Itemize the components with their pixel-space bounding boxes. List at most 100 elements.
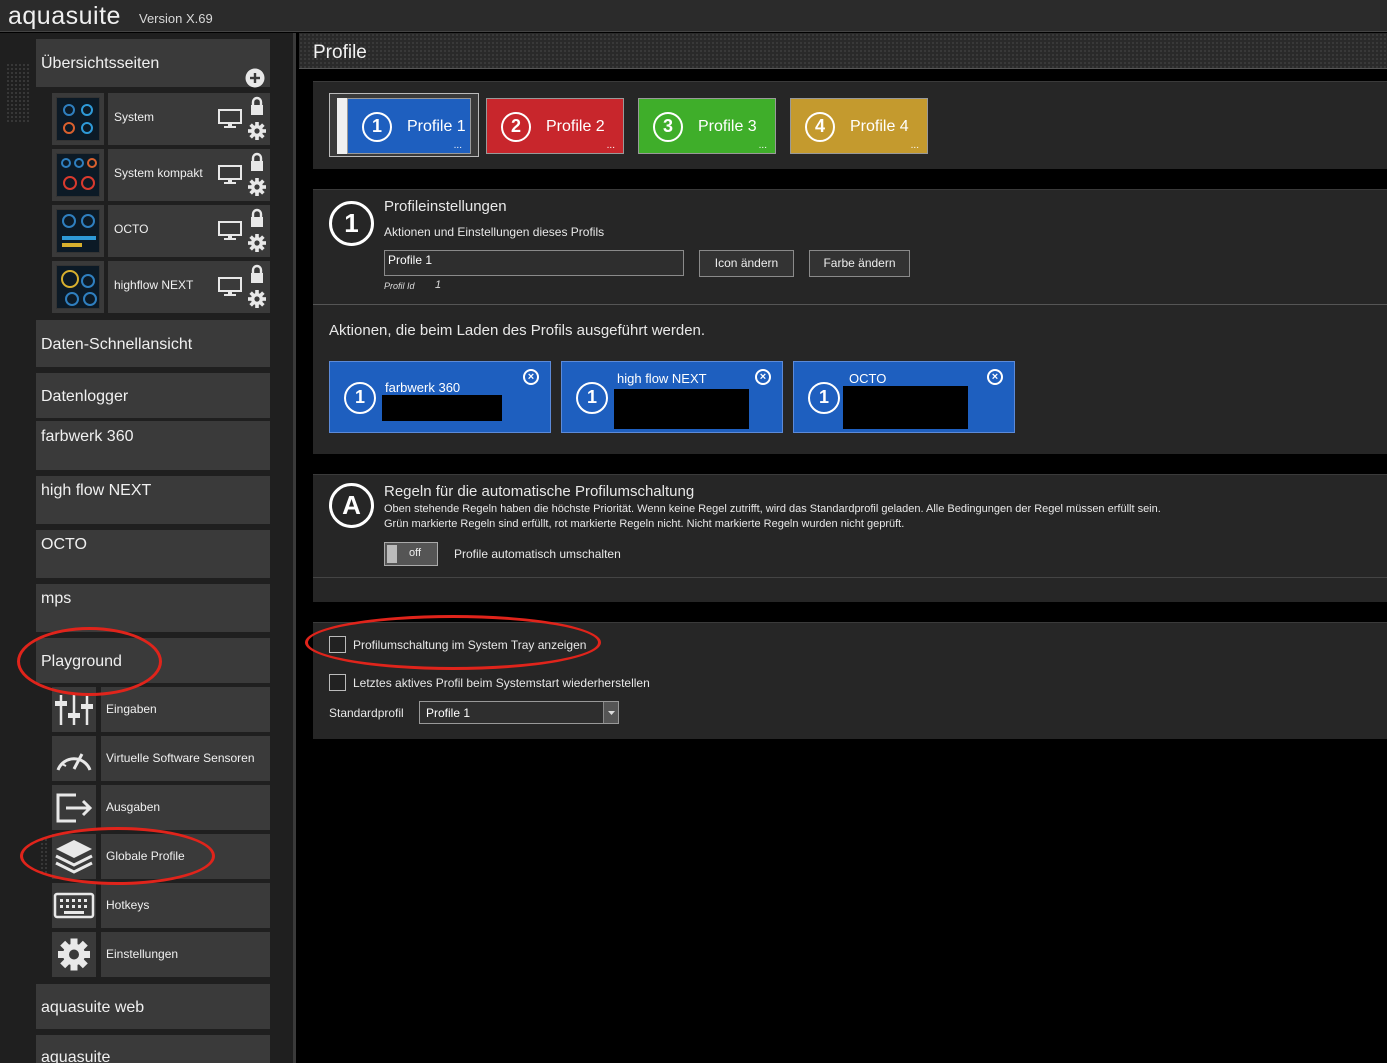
toggle-state: off (409, 547, 422, 559)
gear-icon[interactable] (247, 233, 267, 253)
remove-action-icon[interactable]: × (987, 369, 1003, 385)
sidebar-item-label: farbwerk 360 (41, 428, 134, 445)
sidebar-item-label: mps (41, 590, 72, 607)
action-profile-icon: 1 (344, 382, 376, 414)
sidebar-subitem-eingaben[interactable]: Eingaben (52, 687, 270, 732)
profile-button-label: Profile 1 (407, 118, 466, 135)
sliders-icon (55, 695, 93, 725)
page-title: Profile (313, 42, 367, 63)
auto-switch-label: Profile automatisch umschalten (454, 547, 621, 561)
section-title: Profileinstellungen (384, 198, 507, 215)
profile-more-icon[interactable]: ... (911, 140, 919, 151)
sidebar-item-high-flow-next[interactable]: high flow NEXT (36, 476, 270, 524)
selection-marker (337, 98, 347, 154)
profile-button-3[interactable]: 3 Profile 3 ... (638, 98, 776, 154)
sidebar-subitem-label: Ausgaben (106, 800, 161, 814)
gear-icon[interactable] (247, 121, 267, 141)
sidebar-subitem-hotkeys[interactable]: Hotkeys (52, 883, 270, 928)
section-title: Regeln für die automatische Profilumscha… (384, 483, 695, 500)
action-card-octo[interactable]: 1 OCTO × (793, 361, 1015, 433)
default-profile-select[interactable]: Profile 1 (419, 701, 619, 724)
profile-more-icon[interactable]: ... (607, 140, 615, 151)
monitor-icon[interactable] (218, 165, 242, 185)
section-subtitle: Aktionen und Einstellungen dieses Profil… (384, 225, 605, 239)
profile-number-icon: 4 (805, 112, 835, 142)
sidebar-subitem-label: Globale Profile (106, 849, 185, 863)
remove-action-icon[interactable]: × (755, 369, 771, 385)
gear-icon[interactable] (247, 177, 267, 197)
rules-panel: A Regeln für die automatische Profilumsc… (313, 474, 1387, 602)
title-bar: aquasuite Version X.69 (0, 0, 1387, 32)
lock-icon[interactable] (249, 96, 265, 116)
default-profile-label: Standardprofil (329, 706, 404, 720)
monitor-icon[interactable] (218, 221, 242, 241)
sidebar-item-label: Übersichtsseiten (41, 55, 160, 72)
sidebar-item-playground[interactable]: Playground (36, 638, 270, 683)
profile-name-input[interactable]: Profile 1 (384, 250, 684, 276)
profile-number-icon: 1 (362, 112, 392, 142)
sidebar-item-octo[interactable]: OCTO (36, 530, 270, 578)
sidebar-item-aquasuite[interactable]: aquasuite (36, 1035, 270, 1063)
profile-number-icon: 2 (501, 112, 531, 142)
action-device-name: high flow NEXT (617, 371, 707, 386)
action-card-farbwerk-360[interactable]: 1 farbwerk 360 × (329, 361, 551, 433)
sidebar-item-label: Playground (41, 653, 122, 670)
profile-button-label: Profile 3 (698, 118, 757, 135)
profile-id-value: 1 (435, 279, 442, 291)
layers-icon (55, 840, 93, 874)
monitor-icon[interactable] (218, 109, 242, 129)
gauge-icon (56, 753, 92, 771)
sidebar-item-aquasuite-web[interactable]: aquasuite web (36, 984, 270, 1029)
sidebar-subitem-label: Eingaben (106, 702, 157, 716)
actions-heading: Aktionen, die beim Laden des Profils aus… (329, 322, 706, 339)
default-profile-value: Profile 1 (426, 706, 471, 720)
sidebar-item-label: Datenlogger (41, 388, 129, 405)
profile-button-label: Profile 2 (546, 118, 605, 135)
profile-more-icon[interactable]: ... (454, 140, 462, 151)
main-content: Profile 1 Profile 1 ... 2 Profile 2 ... … (299, 33, 1387, 1063)
lock-icon[interactable] (249, 264, 265, 284)
profile-settings-panel: 1 Profileinstellungen Aktionen und Einst… (313, 189, 1387, 304)
page-thumbnail (52, 205, 104, 257)
remove-action-icon[interactable]: × (523, 369, 539, 385)
restore-checkbox-label: Letztes aktives Profil beim Systemstart … (353, 676, 650, 690)
rules-description-1: Oben stehende Regeln haben die höchste P… (384, 503, 1161, 515)
sidebar-subitem-ausgaben[interactable]: Ausgaben (52, 785, 270, 830)
tray-checkbox[interactable] (329, 636, 346, 653)
page-actions (216, 93, 270, 145)
sidebar-subitem-einstellungen[interactable]: Einstellungen (52, 932, 270, 977)
change-icon-button[interactable]: Icon ändern (699, 250, 794, 277)
sidebar-subitem-virtuelle-sensoren[interactable]: Virtuelle Software Sensoren (52, 736, 270, 781)
sidebar-item-overview[interactable]: Übersichtsseiten (36, 39, 270, 88)
profile-button-1[interactable]: 1 Profile 1 ... (347, 98, 471, 154)
rules-description-2: Grün markierte Regeln sind erfüllt, rot … (384, 518, 905, 530)
drag-handle[interactable] (40, 838, 48, 874)
action-profile-icon: 1 (808, 382, 840, 414)
monitor-icon[interactable] (218, 277, 242, 297)
profile-button-2[interactable]: 2 Profile 2 ... (486, 98, 624, 154)
profile-button-4[interactable]: 4 Profile 4 ... (790, 98, 928, 154)
profile-more-icon[interactable]: ... (759, 140, 767, 151)
sidebar-item-daten-schnellansicht[interactable]: Daten-Schnellansicht (36, 320, 270, 367)
auto-switch-toggle[interactable]: off (384, 542, 438, 566)
chevron-down-icon[interactable] (603, 702, 618, 723)
plus-circle-icon[interactable] (245, 68, 265, 88)
main-header: Profile (299, 33, 1387, 69)
export-icon (56, 793, 93, 823)
sidebar-subitem-globale-profile[interactable]: Globale Profile (52, 834, 270, 879)
change-color-button[interactable]: Farbe ändern (809, 250, 910, 277)
sidebar-item-datenlogger[interactable]: Datenlogger (36, 373, 270, 418)
action-card-high-flow-next[interactable]: 1 high flow NEXT × (561, 361, 783, 433)
restore-checkbox[interactable] (329, 674, 346, 691)
lock-icon[interactable] (249, 208, 265, 228)
gear-icon[interactable] (247, 289, 267, 309)
redacted-area (614, 389, 749, 429)
sidebar-item-farbwerk-360[interactable]: farbwerk 360 (36, 421, 270, 470)
page-actions (216, 205, 270, 257)
drag-handle[interactable] (6, 63, 30, 123)
sidebar-subitem-label: Virtuelle Software Sensoren (106, 751, 255, 765)
sidebar-item-label: aquasuite web (41, 999, 145, 1016)
lock-icon[interactable] (249, 152, 265, 172)
sidebar-item-mps[interactable]: mps (36, 584, 270, 632)
sidebar-subitem-label: Einstellungen (106, 947, 179, 961)
